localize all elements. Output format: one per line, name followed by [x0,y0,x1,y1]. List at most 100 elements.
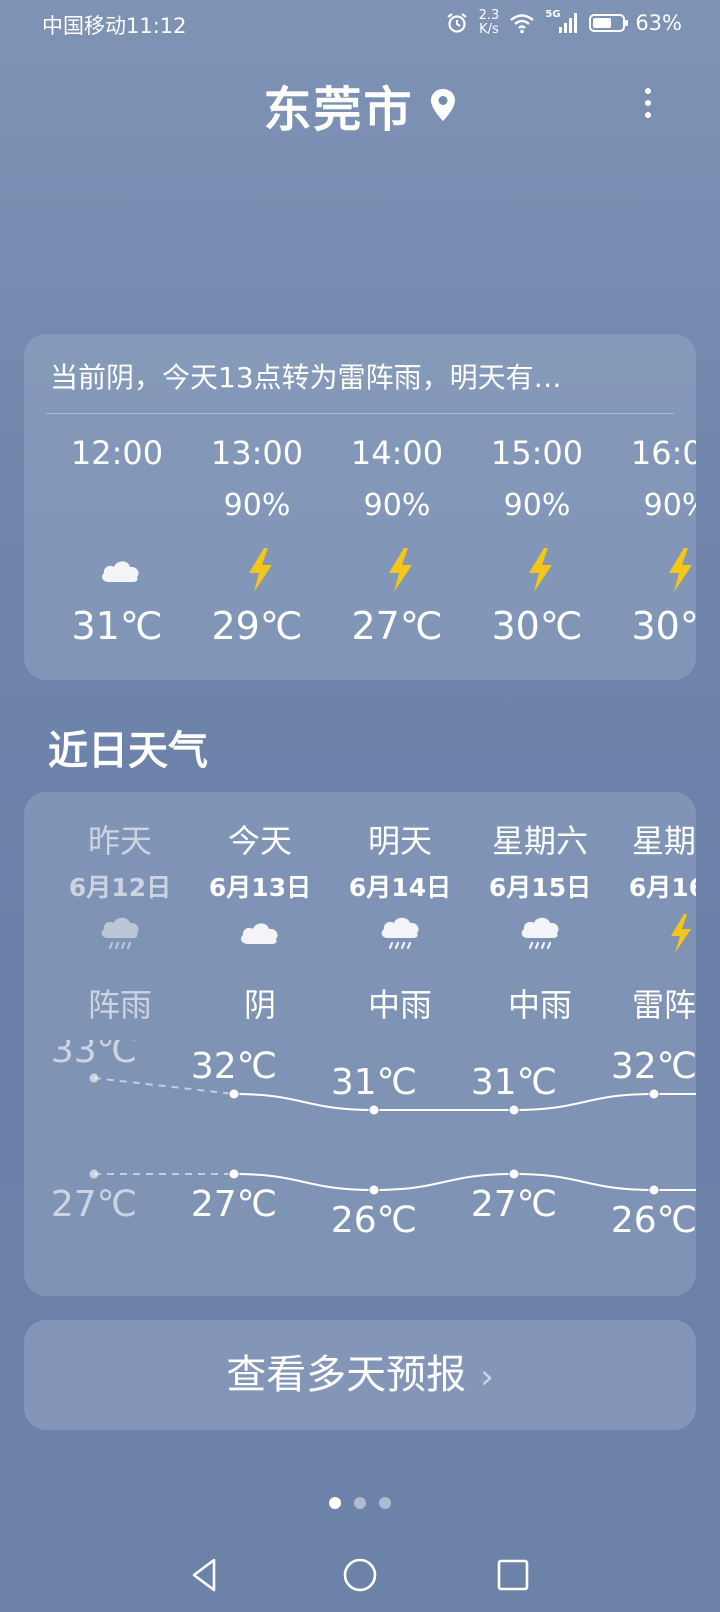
hour-time: 15:00 [490,434,584,472]
day-condition: 中雨 [367,986,432,1024]
alarm-icon [446,13,467,33]
location-pin-icon [430,89,455,121]
day-date: 6月16日 [628,873,696,902]
day-date: 6月12日 [68,873,172,902]
hour-item: 15:00 90% 30℃ [477,414,597,674]
hour-temp: 31℃ [71,604,163,648]
rain-cloud-icon [101,917,139,950]
day-item: 昨天 6月12日 阵雨 [50,792,190,1032]
hour-precip: 90% [503,488,571,523]
hour-precip: 90% [363,488,431,523]
battery-percent: 63% [635,11,682,35]
day-condition: 雷阵雨 [631,986,696,1024]
page-dot [354,1497,366,1509]
more-dot-icon [645,100,651,106]
more-dot-icon [645,88,651,94]
low-temp-line-point [648,1184,660,1196]
recent-weather-card[interactable]: 昨天 6月12日 阵雨 今天 6月13日 阴 明天 6月14日 中雨 星期六 6… [24,792,696,1296]
forecast-button-label: 查看多天预报 [226,1352,467,1398]
battery-fill [593,18,612,28]
high-temp-line-point [88,1072,100,1084]
hour-time: 16:00 [630,434,696,472]
recent-weather-title: 近日天气 [48,728,208,774]
high-temp-line-point [508,1104,520,1116]
low-temp-label: 27℃ [471,1184,557,1225]
low-temp-label: 27℃ [51,1184,137,1225]
high-temp-line-point [228,1088,240,1100]
day-condition: 阵雨 [87,986,152,1024]
status-icons: 2.3 K/s 5G 63% [445,8,682,38]
hour-item: 13:00 90% 29℃ [197,414,317,674]
low-temp-label: 26℃ [331,1200,417,1241]
low-temp-line [233,1172,696,1192]
battery-icon [589,14,629,32]
day-date: 6月14日 [348,873,452,902]
recents-icon[interactable] [488,1550,538,1600]
wifi-icon [510,14,535,34]
status-bar: 中国移动11:12 2.3 K/s 5G 63% [0,0,720,48]
high-temp-label: 32℃ [191,1046,277,1087]
network-speed: 2.3 K/s [479,9,500,37]
hour-time: 14:00 [350,434,444,472]
high-temp-line [233,1093,696,1111]
hour-temp: 27℃ [351,604,443,648]
cloud-icon [101,561,139,582]
home-icon[interactable] [335,1550,385,1600]
day-name: 昨天 [87,822,152,860]
day-condition: 中雨 [507,986,572,1024]
speed-value: 2.3 [478,8,500,23]
high-temp-label: 33℃ [51,1040,137,1071]
page-indicator [0,1494,720,1509]
day-date: 6月15日 [488,873,592,902]
day-item: 今天 6月13日 阴 [190,792,330,1032]
lightning-icon [671,914,691,953]
speed-unit: K/s [479,22,499,37]
hour-precip: 90% [223,488,291,523]
low-temp-line-point [228,1168,240,1180]
low-temp-line-point [508,1168,520,1180]
hourly-forecast-card[interactable]: 当前阴，今天13点转为雷阵雨，明天有… 12:00 31℃ 13:00 90% … [24,334,696,680]
lightning-icon [249,548,272,592]
high-temp-label: 31℃ [471,1062,557,1103]
carrier-time: 中国移动11:12 [42,14,187,38]
city-name[interactable]: 东莞市 [263,70,413,140]
signal-icon [559,13,578,33]
day-name: 明天 [367,822,432,860]
page-dot [379,1497,392,1509]
low-temp-label: 26℃ [611,1200,696,1241]
day-date: 6月13日 [208,873,312,902]
temperature-trend-chart: 33℃ 27℃ 32℃ 27℃ 31℃ 26℃ 31℃ 27℃ 32℃ 26℃ [51,1040,696,1241]
hour-temp: 29℃ [211,604,303,648]
day-item: 星期六 6月15日 中雨 [470,792,610,1032]
lightning-icon [389,548,412,592]
lightning-icon [669,548,692,592]
low-temp-label: 27℃ [191,1184,277,1225]
hour-temp: 30℃ [491,604,583,648]
hour-item: 12:00 31℃ [57,414,177,674]
day-name: 今天 [227,822,292,860]
low-temp-line-point [88,1168,100,1180]
navigation-bar [0,1540,720,1612]
day-name: 星期日 [631,822,696,860]
lightning-icon [529,548,552,592]
high-temp-line-point [368,1104,380,1116]
cloud-icon [240,923,278,944]
hour-time: 13:00 [210,434,304,472]
back-icon[interactable] [180,1550,230,1600]
high-temp-label: 31℃ [331,1062,417,1103]
low-temp-line-point [368,1184,380,1196]
day-item: 星期日 6月16日 雷阵雨 [610,792,696,1032]
hour-item: 14:00 90% 27℃ [337,414,457,674]
more-options-button[interactable] [638,82,658,128]
hour-precip: 90% [643,488,696,523]
signal-group: 5G [545,9,579,35]
chevron-right-icon: › [480,1357,494,1397]
hourly-list[interactable]: 12:00 31℃ 13:00 90% 29℃ 14:00 90% 27℃ 15… [24,414,696,674]
day-condition: 阴 [243,986,276,1024]
high-temp-label: 32℃ [611,1046,696,1087]
hour-temp: 30℃ [631,604,696,648]
multi-day-forecast-button[interactable]: 查看多天预报 › [24,1320,696,1430]
day-name: 星期六 [491,822,588,860]
day-item: 明天 6月14日 中雨 [330,792,470,1032]
more-dot-icon [645,112,651,118]
